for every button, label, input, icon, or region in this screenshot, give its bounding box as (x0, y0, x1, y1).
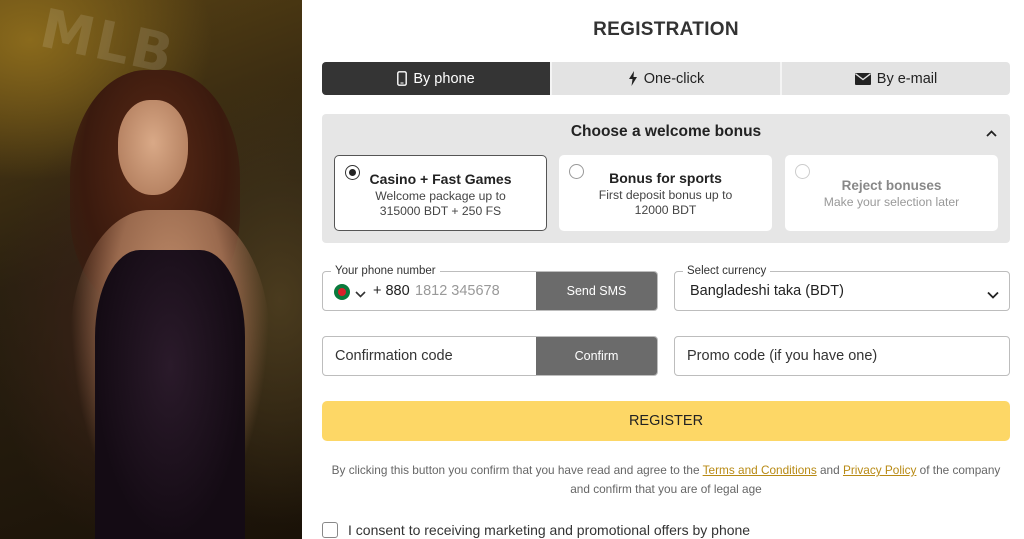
bonus-option-description: Welcome package up to 315000 BDT + 250 F… (375, 189, 506, 218)
bonus-option-casino[interactable]: Casino + Fast Games Welcome package up t… (334, 155, 547, 231)
radio-button[interactable] (345, 165, 360, 180)
bonus-option-name: Bonus for sports (609, 170, 722, 186)
consent-label: I consent to receiving marketing and pro… (348, 522, 751, 538)
chevron-down-icon (987, 286, 999, 304)
tab-label: By e-mail (876, 70, 938, 87)
registration-page: MLB REGISTRATION By phone One-click By e… (0, 0, 1024, 539)
phone-field-label: Your phone number (331, 264, 440, 278)
bonus-option-name: Casino + Fast Games (369, 171, 512, 187)
bonus-option-name: Reject bonuses (841, 178, 942, 193)
consent-checkbox[interactable] (322, 522, 338, 538)
send-sms-button[interactable]: Send SMS (536, 272, 657, 310)
terms-link[interactable]: Terms and Conditions (703, 463, 817, 477)
phone-field: Your phone number + 880 Send SMS (322, 264, 658, 311)
register-button[interactable]: REGISTER (322, 401, 1010, 441)
bonus-option-description: First deposit bonus up to 12000 BDT (598, 188, 733, 217)
tab-by-email[interactable]: By e-mail (782, 62, 1010, 95)
privacy-policy-link[interactable]: Privacy Policy (843, 463, 916, 477)
terms-notice: By clicking this button you confirm that… (331, 463, 1001, 496)
tab-label: By phone (413, 70, 475, 87)
lightning-icon (628, 71, 638, 86)
phone-input[interactable] (415, 280, 535, 302)
radio-button[interactable] (795, 164, 810, 179)
confirmation-code-input[interactable] (335, 345, 525, 367)
tab-by-phone[interactable]: By phone (322, 62, 552, 95)
chevron-down-icon[interactable] (355, 285, 366, 303)
currency-value: Bangladeshi taka (BDT) (690, 283, 844, 299)
envelope-icon (854, 72, 871, 85)
chevron-up-icon[interactable] (984, 126, 998, 140)
tab-label: One-click (643, 70, 705, 87)
currency-field-label: Select currency (683, 264, 771, 278)
promo-code-input[interactable] (687, 345, 987, 367)
phone-icon (397, 71, 408, 86)
promo-code-field (674, 336, 1010, 376)
welcome-bonus-panel: Choose a welcome bonus Casino + Fast Gam… (322, 114, 1010, 243)
dial-code: + 880 (373, 283, 410, 299)
marketing-consent: I consent to receiving marketing and pro… (322, 521, 1010, 539)
bangladesh-flag-icon[interactable] (334, 284, 350, 300)
bonus-heading: Choose a welcome bonus (570, 123, 762, 140)
confirmation-field: Confirm (322, 336, 658, 376)
radio-button[interactable] (569, 164, 584, 179)
bonus-option-reject[interactable]: Reject bonuses Make your selection later (785, 155, 998, 231)
tab-one-click[interactable]: One-click (552, 62, 782, 95)
page-title: REGISTRATION (593, 19, 739, 40)
bonus-option-description: Make your selection later (823, 195, 960, 209)
promo-image: MLB (0, 0, 302, 539)
currency-select[interactable]: Select currency Bangladeshi taka (BDT) (674, 264, 1010, 311)
bonus-option-sports[interactable]: Bonus for sports First deposit bonus up … (559, 155, 772, 231)
registration-method-tabs: By phone One-click By e-mail (322, 62, 1010, 95)
confirm-button[interactable]: Confirm (536, 337, 657, 375)
